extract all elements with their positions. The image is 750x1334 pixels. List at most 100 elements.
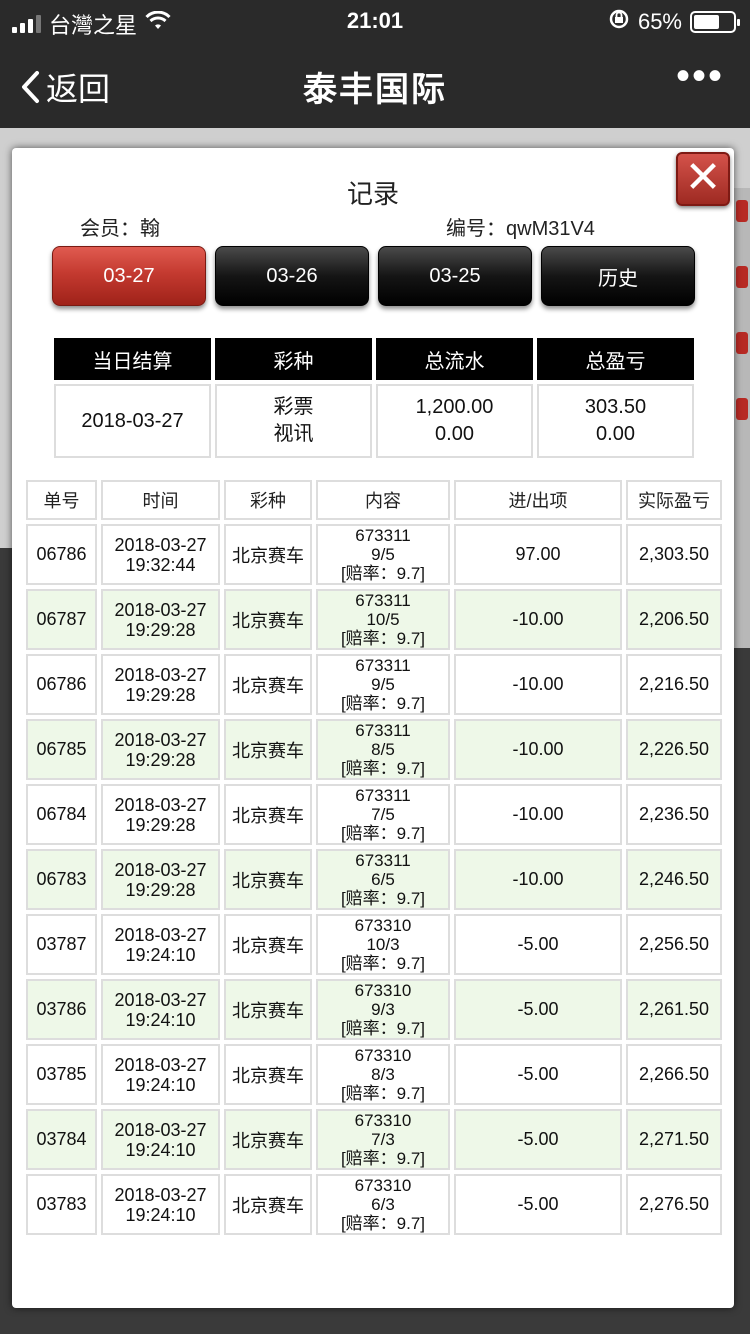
summary-header-profit: 总盈亏 (537, 338, 694, 380)
content-cell: 673310 9/3 [赔率：9.7] (316, 979, 450, 1040)
background-red-button (736, 200, 748, 222)
content-pick: 9/3 (371, 1000, 395, 1019)
content-issue: 673311 (355, 656, 411, 675)
time-cell: 2018-03-27 19:29:28 (101, 849, 220, 910)
serial-label: 编号：qwM31V4 (446, 218, 595, 240)
time-cell: 2018-03-27 19:29:28 (101, 719, 220, 780)
member-label: 会员：翰 (80, 218, 160, 240)
time-cell: 2018-03-27 19:29:28 (101, 784, 220, 845)
time-clock: 19:24:10 (125, 1074, 196, 1095)
content-odds: [赔率：9.7] (340, 1149, 426, 1168)
tab-03-27[interactable]: 03-27 (52, 246, 206, 306)
order-no: 06786 (26, 654, 97, 715)
summary-lottery-line1: 彩票 (273, 396, 314, 418)
content-pick: 10/3 (366, 935, 400, 954)
time-date: 2018-03-27 (114, 989, 207, 1010)
time-date: 2018-03-27 (114, 1184, 207, 1205)
time-date: 2018-03-27 (114, 794, 207, 815)
in-out-amount: -10.00 (454, 849, 622, 910)
content-cell: 673311 7/5 [赔率：9.7] (316, 784, 450, 845)
content-issue: 673311 (355, 786, 411, 805)
close-icon: ✕ (684, 153, 722, 202)
content-issue: 673311 (355, 591, 411, 610)
actual-pl: 2,303.50 (626, 524, 722, 585)
actual-pl: 2,256.50 (626, 914, 722, 975)
actual-pl: 2,276.50 (626, 1174, 722, 1235)
time-cell: 2018-03-27 19:29:28 (101, 589, 220, 650)
order-no: 03783 (26, 1174, 97, 1235)
summary-header-settlement: 当日结算 (54, 338, 211, 380)
more-button[interactable]: ••• (676, 54, 724, 99)
background-column (734, 188, 750, 648)
actual-pl: 2,206.50 (626, 589, 722, 650)
content-issue: 673310 (354, 1176, 412, 1195)
content-odds: [赔率：9.7] (340, 564, 426, 583)
actual-pl: 2,236.50 (626, 784, 722, 845)
table-row: 03787 2018-03-27 19:24:10 北京赛车 673310 10/3 [赔率… (26, 914, 722, 975)
battery-icon (690, 11, 740, 33)
content-cell: 673310 10/3 [赔率：9.7] (316, 914, 450, 975)
tab-03-26[interactable]: 03-26 (215, 246, 369, 306)
time-cell: 2018-03-27 19:24:10 (101, 1109, 220, 1170)
status-bar: 台灣之星 21:01 65% (0, 0, 750, 40)
close-button[interactable]: ✕ (676, 152, 730, 206)
time-date: 2018-03-27 (114, 664, 207, 685)
content-pick: 6/5 (371, 870, 395, 889)
lottery-type: 北京赛车 (224, 914, 312, 975)
actual-pl: 2,266.50 (626, 1044, 722, 1105)
in-out-amount: -5.00 (454, 1109, 622, 1170)
content-cell: 673311 9/5 [赔率：9.7] (316, 654, 450, 715)
order-no: 06783 (26, 849, 97, 910)
header-content: 内容 (316, 480, 450, 520)
in-out-amount: 97.00 (454, 524, 622, 585)
order-no: 06784 (26, 784, 97, 845)
date-tabs: 03-27 03-26 03-25 历史 (52, 246, 695, 306)
content-cell: 673310 6/3 [赔率：9.7] (316, 1174, 450, 1235)
content-pick: 9/5 (371, 675, 395, 694)
content-cell: 673310 7/3 [赔率：9.7] (316, 1109, 450, 1170)
time-date: 2018-03-27 (114, 924, 207, 945)
time-cell: 2018-03-27 19:29:28 (101, 654, 220, 715)
in-out-amount: -10.00 (454, 719, 622, 780)
summary-header-turnover: 总流水 (376, 338, 533, 380)
records-table: 单号 时间 彩种 内容 进/出项 实际盈亏 06786 2018-03-27 19:… (22, 476, 726, 1239)
table-row: 06787 2018-03-27 19:29:28 北京赛车 673311 10/5 [赔率… (26, 589, 722, 650)
in-out-amount: -5.00 (454, 1174, 622, 1235)
order-no: 03786 (26, 979, 97, 1040)
in-out-amount: -5.00 (454, 914, 622, 975)
table-row: 06784 2018-03-27 19:29:28 北京赛车 673311 7/5 [赔率：… (26, 784, 722, 845)
in-out-amount: -5.00 (454, 1044, 622, 1105)
time-date: 2018-03-27 (114, 729, 207, 750)
content-issue: 673310 (354, 916, 412, 935)
summary-turnover-line1: 1,200.00 (415, 396, 494, 418)
tab-03-25[interactable]: 03-25 (378, 246, 532, 306)
background-red-button (736, 398, 748, 420)
record-modal: 记录 ✕ 会员：翰 编号：qwM31V4 03-27 03-26 03-25 历… (12, 148, 734, 1308)
content-cell: 673311 8/5 [赔率：9.7] (316, 719, 450, 780)
header-time: 时间 (101, 480, 220, 520)
tab-history[interactable]: 历史 (541, 246, 695, 306)
summary-profit-line1: 303.50 (584, 396, 647, 418)
table-row: 06785 2018-03-27 19:29:28 北京赛车 673311 8/5 [赔率：… (26, 719, 722, 780)
time-date: 2018-03-27 (114, 1119, 207, 1140)
lottery-type: 北京赛车 (224, 1109, 312, 1170)
lottery-type: 北京赛车 (224, 589, 312, 650)
time-cell: 2018-03-27 19:24:10 (101, 914, 220, 975)
summary-turnover-line2: 0.00 (435, 423, 474, 445)
time-date: 2018-03-27 (114, 534, 207, 555)
actual-pl: 2,216.50 (626, 654, 722, 715)
content-issue: 673310 (354, 1111, 412, 1130)
actual-pl: 2,226.50 (626, 719, 722, 780)
content-odds: [赔率：9.7] (340, 694, 426, 713)
summary-turnover: 1,200.00 0.00 (376, 384, 533, 458)
content-cell: 673310 8/3 [赔率：9.7] (316, 1044, 450, 1105)
lottery-type: 北京赛车 (224, 719, 312, 780)
content-issue: 673310 (354, 1046, 412, 1065)
records-body: 06786 2018-03-27 19:32:44 北京赛车 673311 9/5 [赔率：… (26, 524, 722, 1235)
time-cell: 2018-03-27 19:24:10 (101, 1174, 220, 1235)
in-out-amount: -10.00 (454, 589, 622, 650)
header-actual-pl: 实际盈亏 (626, 480, 722, 520)
time-clock: 19:32:44 (125, 554, 196, 575)
actual-pl: 2,271.50 (626, 1109, 722, 1170)
header-in-out: 进/出项 (454, 480, 622, 520)
